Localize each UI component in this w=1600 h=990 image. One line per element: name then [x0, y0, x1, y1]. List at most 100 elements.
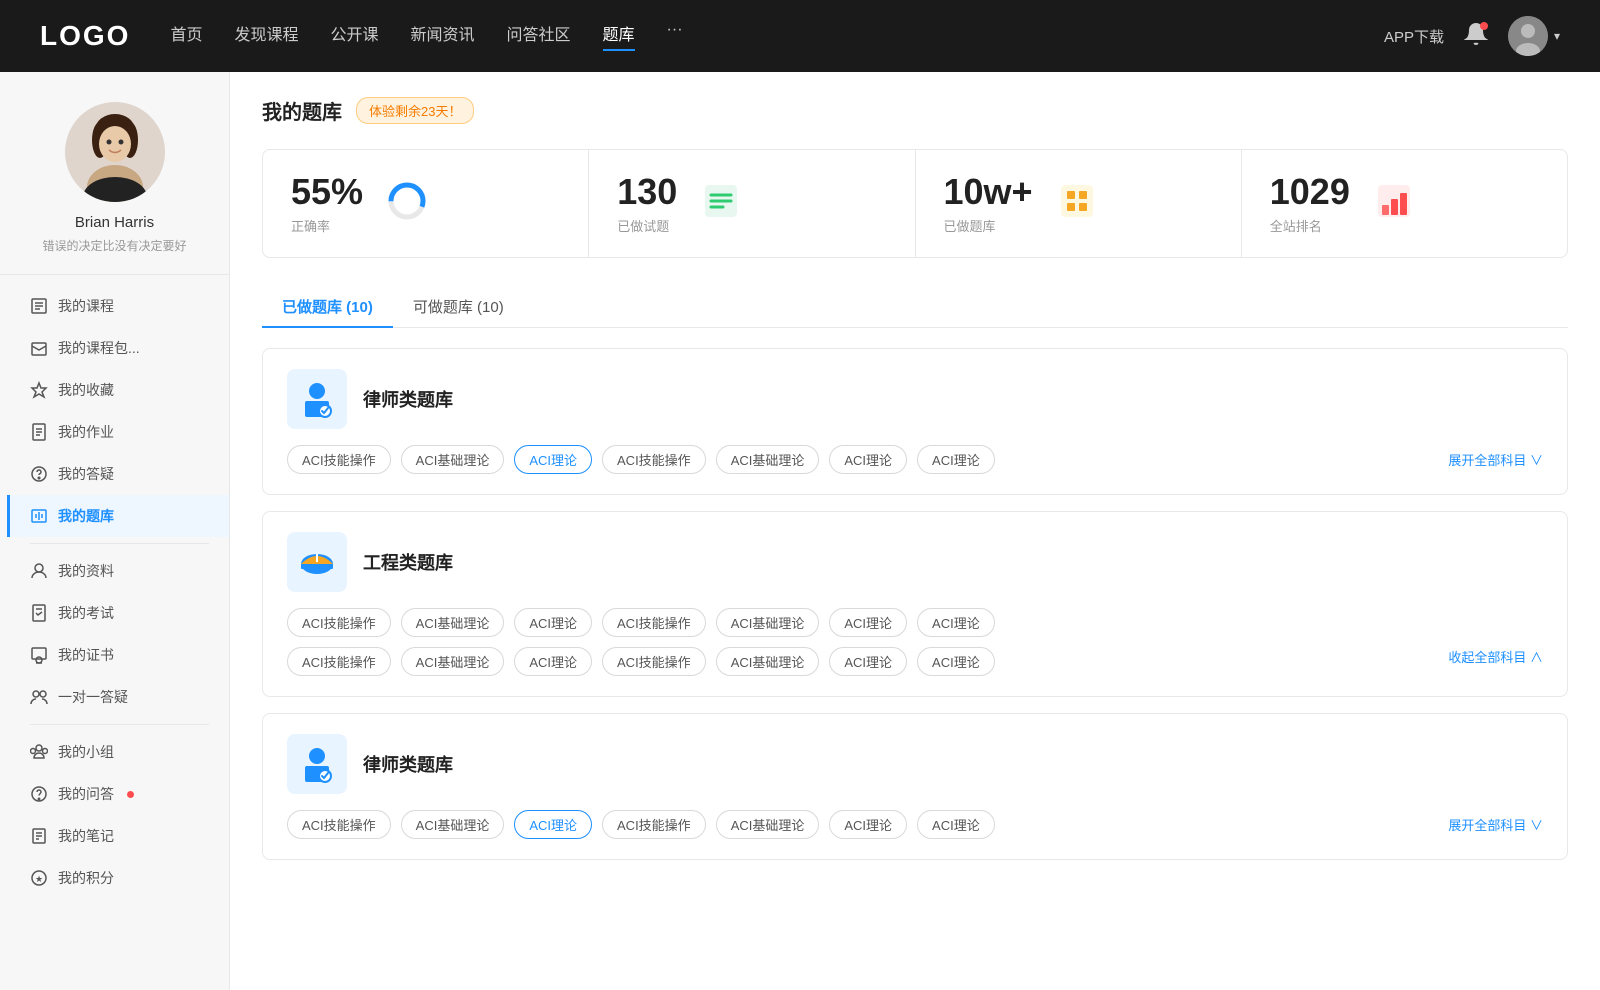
main-layout: Brian Harris 错误的决定比没有决定要好 我的课程 我的课程包...: [0, 72, 1600, 990]
sidebar-item-profile[interactable]: 我的资料: [10, 550, 229, 592]
tag-item[interactable]: ACI技能操作: [287, 647, 391, 676]
tag-item[interactable]: ACI基础理论: [401, 445, 505, 474]
ranking-value: 1029: [1270, 172, 1350, 212]
homework-icon: [30, 423, 48, 441]
sidebar-item-packages[interactable]: 我的课程包...: [10, 327, 229, 369]
engineer-tags-row2: ACI技能操作 ACI基础理论 ACI理论 ACI技能操作 ACI基础理论 AC…: [287, 647, 1543, 676]
tag-item-active[interactable]: ACI理论: [514, 445, 592, 474]
sidebar-item-my-bank[interactable]: 我的题库: [7, 495, 229, 537]
sidebar-item-qanda[interactable]: 我的问答: [10, 773, 229, 815]
nav-news[interactable]: 新闻资讯: [411, 21, 475, 51]
sidebar-divider-1: [30, 543, 209, 544]
tag-item[interactable]: ACI理论: [917, 810, 995, 839]
tag-item[interactable]: ACI理论: [829, 647, 907, 676]
tag-item[interactable]: ACI理论: [514, 647, 592, 676]
tag-item[interactable]: ACI基础理论: [401, 810, 505, 839]
tabs: 已做题库 (10) 可做题库 (10): [262, 286, 1568, 328]
logo: LOGO: [40, 20, 130, 52]
sidebar-item-favorites[interactable]: 我的收藏: [10, 369, 229, 411]
expand-link-2[interactable]: 展开全部科目 ∨: [1448, 815, 1543, 834]
profile-motto: 错误的决定比没有决定要好: [42, 237, 186, 254]
bank-icon: [30, 507, 48, 525]
tag-item[interactable]: ACI技能操作: [287, 810, 391, 839]
tag-item[interactable]: ACI基础理论: [716, 647, 820, 676]
app-download-button[interactable]: APP下载: [1384, 26, 1444, 47]
expand-link-1[interactable]: 展开全部科目 ∨: [1448, 450, 1543, 469]
tag-item-active[interactable]: ACI理论: [514, 810, 592, 839]
accuracy-label: 正确率: [291, 216, 363, 235]
avatar: [65, 102, 165, 202]
stat-banks-done: 10w+ 已做题库: [916, 150, 1242, 257]
tag-item[interactable]: ACI理论: [829, 608, 907, 637]
tab-done[interactable]: 已做题库 (10): [262, 286, 393, 327]
engineer-bank-title: 工程类题库: [363, 549, 453, 575]
question-icon: [30, 465, 48, 483]
tag-item[interactable]: ACI理论: [917, 445, 995, 474]
svg-text:★: ★: [35, 874, 43, 884]
tag-item[interactable]: ACI基础理论: [716, 608, 820, 637]
tag-item[interactable]: ACI技能操作: [602, 810, 706, 839]
main-content: 我的题库 体验剩余23天！ 55% 正确率: [230, 72, 1600, 990]
bank-card-lawyer-1: 律师类题库 ACI技能操作 ACI基础理论 ACI理论 ACI技能操作 ACI基…: [262, 348, 1568, 495]
sidebar-item-notes[interactable]: 我的笔记: [10, 815, 229, 857]
tab-available[interactable]: 可做题库 (10): [393, 286, 524, 327]
sidebar-item-one-on-one[interactable]: 一对一答疑: [10, 676, 229, 718]
sidebar-item-points[interactable]: ★ 我的积分: [10, 857, 229, 899]
sidebar-menu: 我的课程 我的课程包... 我的收藏 我的作业: [0, 285, 229, 899]
tag-item[interactable]: ACI基础理论: [401, 647, 505, 676]
header-right: APP下载 ▾: [1384, 16, 1560, 56]
engineer-tags-row1: ACI技能操作 ACI基础理论 ACI理论 ACI技能操作 ACI基础理论 AC…: [287, 608, 1543, 637]
sidebar-item-cert[interactable]: 我的证书: [10, 634, 229, 676]
sidebar-item-qa[interactable]: 我的答疑: [10, 453, 229, 495]
tag-item[interactable]: ACI技能操作: [602, 647, 706, 676]
note-icon: [30, 827, 48, 845]
star-icon: [30, 381, 48, 399]
tag-item[interactable]: ACI理论: [917, 608, 995, 637]
lawyer-bank-icon-2: [287, 734, 347, 794]
tag-item[interactable]: ACI技能操作: [287, 445, 391, 474]
stat-ranking: 1029 全站排名: [1242, 150, 1567, 257]
nav-discover[interactable]: 发现课程: [234, 21, 298, 51]
tag-item[interactable]: ACI理论: [514, 608, 592, 637]
lawyer-tags-2: ACI技能操作 ACI基础理论 ACI理论 ACI技能操作 ACI基础理论 AC…: [287, 810, 1543, 839]
accuracy-value: 55%: [291, 172, 363, 212]
tag-item[interactable]: ACI理论: [829, 445, 907, 474]
tag-item[interactable]: ACI基础理论: [716, 810, 820, 839]
nav-qa[interactable]: 问答社区: [507, 21, 571, 51]
nav-question-bank[interactable]: 题库: [603, 21, 635, 51]
header: LOGO 首页 发现课程 公开课 新闻资讯 问答社区 题库 ··· APP下载: [0, 0, 1600, 72]
stat-accuracy: 55% 正确率: [263, 150, 589, 257]
bank-card-lawyer-2: 律师类题库 ACI技能操作 ACI基础理论 ACI理论 ACI技能操作 ACI基…: [262, 713, 1568, 860]
ranking-icon: [1374, 181, 1414, 226]
collapse-link[interactable]: 收起全部科目 ∧: [1448, 647, 1543, 676]
questions-done-label: 已做试题: [617, 216, 677, 235]
one-on-one-icon: [30, 688, 48, 706]
tag-item[interactable]: ACI理论: [829, 810, 907, 839]
tag-item[interactable]: ACI基础理论: [716, 445, 820, 474]
banks-done-icon: [1057, 181, 1097, 226]
lawyer-tags-1: ACI技能操作 ACI基础理论 ACI理论 ACI技能操作 ACI基础理论 AC…: [287, 445, 1543, 474]
tag-item[interactable]: ACI基础理论: [401, 608, 505, 637]
nav-more[interactable]: ···: [667, 21, 683, 51]
sidebar-item-exam[interactable]: 我的考试: [10, 592, 229, 634]
tag-item[interactable]: ACI理论: [917, 647, 995, 676]
user-avatar-button[interactable]: ▾: [1508, 16, 1560, 56]
sidebar-item-homework[interactable]: 我的作业: [10, 411, 229, 453]
package-icon: [30, 339, 48, 357]
group-icon: [30, 743, 48, 761]
nav-open-course[interactable]: 公开课: [330, 21, 378, 51]
sidebar-item-courses[interactable]: 我的课程: [10, 285, 229, 327]
stat-questions-done: 130 已做试题: [589, 150, 915, 257]
ranking-label: 全站排名: [1270, 216, 1350, 235]
nav-home[interactable]: 首页: [170, 21, 202, 51]
points-icon: ★: [30, 869, 48, 887]
page-header: 我的题库 体验剩余23天！: [262, 96, 1568, 125]
tag-item[interactable]: ACI技能操作: [602, 608, 706, 637]
sidebar-item-group[interactable]: 我的小组: [10, 731, 229, 773]
sidebar-divider-2: [30, 724, 209, 725]
engineer-bank-icon: [287, 532, 347, 592]
tag-item[interactable]: ACI技能操作: [287, 608, 391, 637]
tag-item[interactable]: ACI技能操作: [602, 445, 706, 474]
notification-bell[interactable]: [1464, 22, 1488, 51]
nav: 首页 发现课程 公开课 新闻资讯 问答社区 题库 ···: [170, 21, 1344, 51]
